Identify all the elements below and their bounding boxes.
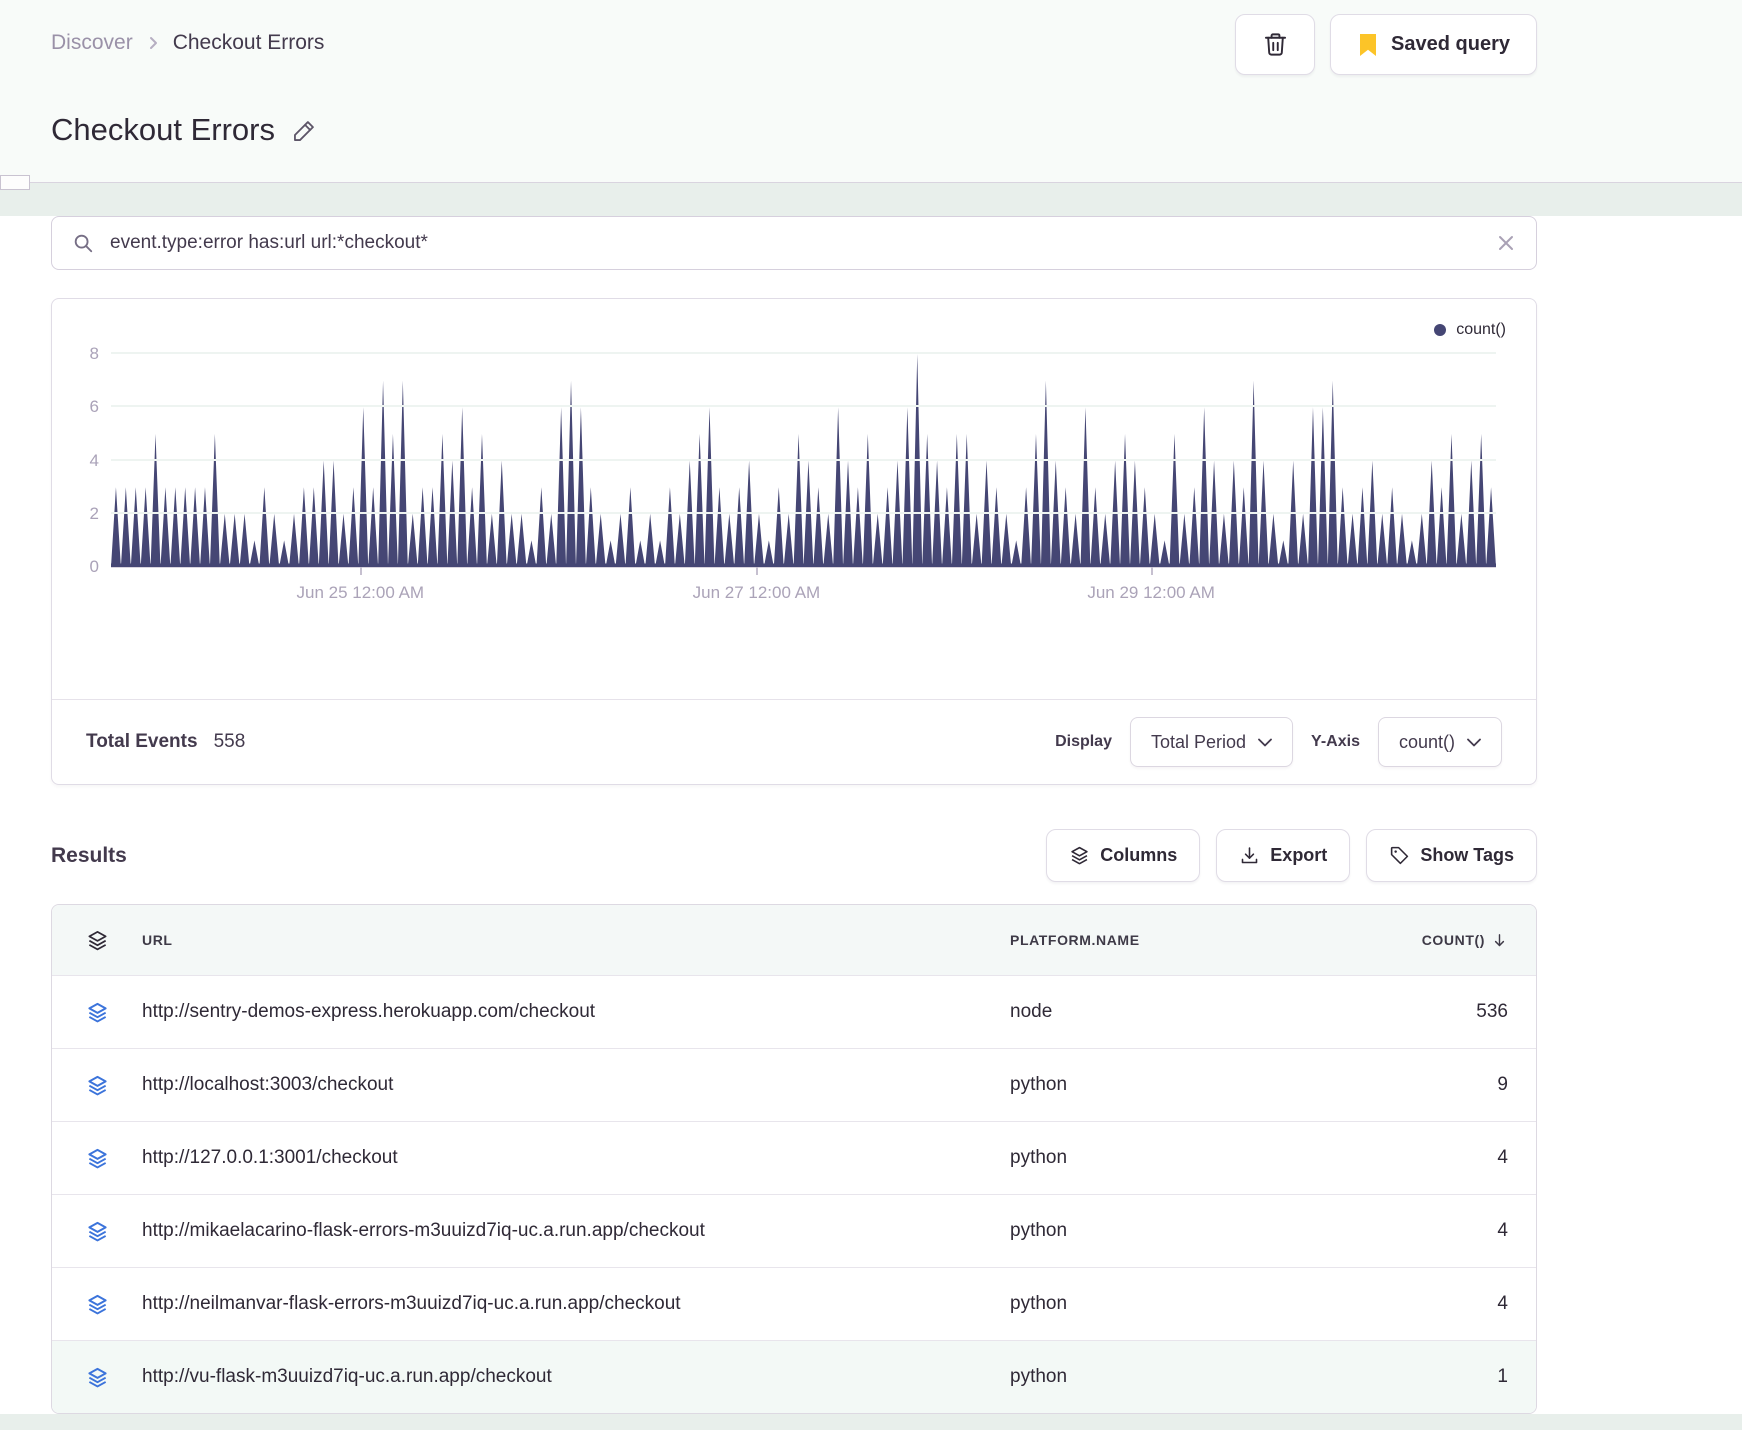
saved-query-label: Saved query bbox=[1391, 33, 1510, 55]
main-content: count() 0 2 4 6 8 Jun 25 12:00 AM Jun 27 12:00… bbox=[0, 216, 1742, 1414]
legend-label: count() bbox=[1456, 321, 1506, 338]
show-tags-button[interactable]: Show Tags bbox=[1366, 829, 1537, 882]
layers-icon bbox=[1069, 845, 1090, 866]
results-heading: Results bbox=[51, 843, 127, 867]
table-row[interactable]: http://127.0.0.1:3001/checkout python 4 bbox=[52, 1121, 1536, 1194]
yaxis-dropdown-value: count() bbox=[1398, 731, 1455, 752]
x-axis-tick-mark bbox=[360, 567, 363, 575]
chevron-down-icon bbox=[1467, 738, 1481, 746]
delete-query-button[interactable] bbox=[1235, 14, 1316, 75]
column-header-count[interactable]: COUNT() bbox=[1340, 932, 1536, 949]
cell-actions-layers-icon[interactable] bbox=[52, 1220, 142, 1243]
saved-query-button[interactable]: Saved query bbox=[1330, 14, 1537, 75]
export-button[interactable]: Export bbox=[1216, 829, 1351, 882]
trash-icon bbox=[1262, 31, 1289, 58]
count-cell: 4 bbox=[1497, 1147, 1508, 1168]
column-header-platform[interactable]: PLATFORM.NAME bbox=[1010, 932, 1340, 948]
export-label: Export bbox=[1270, 845, 1328, 865]
tag-icon bbox=[1389, 845, 1410, 866]
platform-cell: python bbox=[1010, 1220, 1068, 1241]
x-axis-tick-label: Jun 27 12:00 AM bbox=[692, 583, 821, 602]
events-chart-plot[interactable]: 0 2 4 6 8 Jun 25 12:00 AM Jun 27 12:00 AM Jun 2… bbox=[90, 344, 1496, 602]
platform-cell: node bbox=[1010, 1001, 1053, 1022]
x-axis-tick-label: Jun 25 12:00 AM bbox=[296, 583, 425, 602]
y-axis-tick-label: 0 bbox=[89, 557, 99, 576]
y-axis-tick-label: 4 bbox=[89, 450, 99, 470]
search-input[interactable] bbox=[108, 231, 1482, 255]
url-cell[interactable]: http://127.0.0.1:3001/checkout bbox=[142, 1147, 1010, 1169]
gridline bbox=[111, 405, 1496, 408]
table-row[interactable]: http://neilmanvar-flask-errors-m3uuizd7i… bbox=[52, 1267, 1536, 1340]
display-label: Display bbox=[1055, 733, 1112, 750]
platform-cell: python bbox=[1010, 1074, 1068, 1095]
count-header-label: COUNT() bbox=[1421, 932, 1485, 948]
total-events-value: 558 bbox=[213, 731, 246, 752]
count-cell: 1 bbox=[1497, 1366, 1508, 1387]
count-cell: 9 bbox=[1497, 1074, 1508, 1095]
yaxis-label: Y-Axis bbox=[1311, 733, 1360, 750]
url-cell[interactable]: http://localhost:3003/checkout bbox=[142, 1074, 1010, 1096]
columns-button[interactable]: Columns bbox=[1046, 829, 1201, 882]
page-title: Checkout Errors bbox=[51, 112, 275, 147]
url-cell[interactable]: http://sentry-demos-express.herokuapp.co… bbox=[142, 1001, 1010, 1023]
columns-label: Columns bbox=[1100, 845, 1178, 865]
platform-cell: python bbox=[1010, 1366, 1068, 1387]
results-table: URL PLATFORM.NAME COUNT() http://sentry-… bbox=[51, 904, 1537, 1414]
chart-footer: Total Events 558 Display Total Period Y-… bbox=[52, 699, 1536, 784]
url-cell[interactable]: http://mikaelacarino-flask-errors-m3uuiz… bbox=[142, 1220, 1010, 1242]
url-cell[interactable]: http://neilmanvar-flask-errors-m3uuizd7i… bbox=[142, 1293, 1010, 1315]
events-chart-card: count() 0 2 4 6 8 Jun 25 12:00 AM Jun 27 12:00… bbox=[51, 298, 1537, 785]
count-cell: 4 bbox=[1497, 1220, 1508, 1241]
bookmark-icon bbox=[1357, 33, 1379, 57]
yaxis-dropdown[interactable]: count() bbox=[1377, 717, 1502, 767]
chevron-down-icon bbox=[1258, 738, 1272, 746]
gridline bbox=[111, 511, 1496, 514]
cell-actions-layers-icon[interactable] bbox=[52, 1074, 142, 1097]
y-axis-tick-label: 2 bbox=[89, 503, 99, 523]
table-row[interactable]: http://vu-flask-m3uuizd7iq-uc.a.run.app/… bbox=[52, 1340, 1536, 1413]
sort-descending-arrow-icon bbox=[1494, 933, 1505, 946]
gridline bbox=[111, 352, 1496, 354]
cell-actions-layers-icon[interactable] bbox=[52, 1147, 142, 1170]
cell-actions-layers-icon[interactable] bbox=[52, 1293, 142, 1316]
display-dropdown[interactable]: Total Period bbox=[1129, 717, 1294, 767]
table-row[interactable]: http://mikaelacarino-flask-errors-m3uuiz… bbox=[52, 1194, 1536, 1267]
cell-actions-layers-icon[interactable] bbox=[52, 1366, 142, 1389]
clear-search-icon[interactable] bbox=[1496, 233, 1516, 253]
column-header-url[interactable]: URL bbox=[142, 932, 1010, 948]
sidebar-collapse-handle[interactable] bbox=[0, 175, 30, 190]
platform-cell: python bbox=[1010, 1293, 1068, 1314]
table-row[interactable]: http://localhost:3003/checkout python 9 bbox=[52, 1048, 1536, 1121]
gridline bbox=[111, 458, 1496, 461]
y-axis-tick-label: 6 bbox=[89, 397, 99, 417]
table-header-row: URL PLATFORM.NAME COUNT() bbox=[52, 905, 1536, 975]
chevron-right-icon bbox=[145, 35, 161, 51]
edit-title-pencil-icon[interactable] bbox=[291, 117, 318, 144]
count-cell: 536 bbox=[1476, 1001, 1508, 1022]
page-header: Discover Checkout Errors Saved query Che… bbox=[0, 0, 1742, 190]
x-axis-tick-mark bbox=[756, 567, 759, 575]
cell-actions-layers-icon[interactable] bbox=[52, 1001, 142, 1024]
search-bar bbox=[51, 216, 1537, 270]
y-axis-tick-label: 8 bbox=[89, 344, 99, 363]
platform-cell: python bbox=[1010, 1147, 1068, 1168]
x-axis-tick-mark bbox=[1151, 567, 1154, 575]
layers-icon[interactable] bbox=[52, 929, 142, 952]
breadcrumb-discover-link[interactable]: Discover bbox=[51, 31, 133, 55]
show-tags-label: Show Tags bbox=[1420, 845, 1514, 865]
count-cell: 4 bbox=[1497, 1293, 1508, 1314]
breadcrumb: Discover Checkout Errors bbox=[51, 31, 324, 55]
count-series-area bbox=[111, 354, 1496, 567]
search-icon bbox=[72, 232, 94, 254]
url-cell[interactable]: http://vu-flask-m3uuizd7iq-uc.a.run.app/… bbox=[142, 1366, 1010, 1388]
download-icon bbox=[1239, 845, 1260, 866]
legend-dot bbox=[1434, 324, 1447, 336]
x-axis-tick-label: Jun 29 12:00 AM bbox=[1087, 583, 1215, 602]
chart-legend-count[interactable]: count() bbox=[1434, 321, 1506, 339]
display-dropdown-value: Total Period bbox=[1150, 731, 1247, 752]
table-row[interactable]: http://sentry-demos-express.herokuapp.co… bbox=[52, 975, 1536, 1048]
total-events-label: Total Events bbox=[86, 731, 198, 752]
breadcrumb-current: Checkout Errors bbox=[172, 31, 325, 54]
